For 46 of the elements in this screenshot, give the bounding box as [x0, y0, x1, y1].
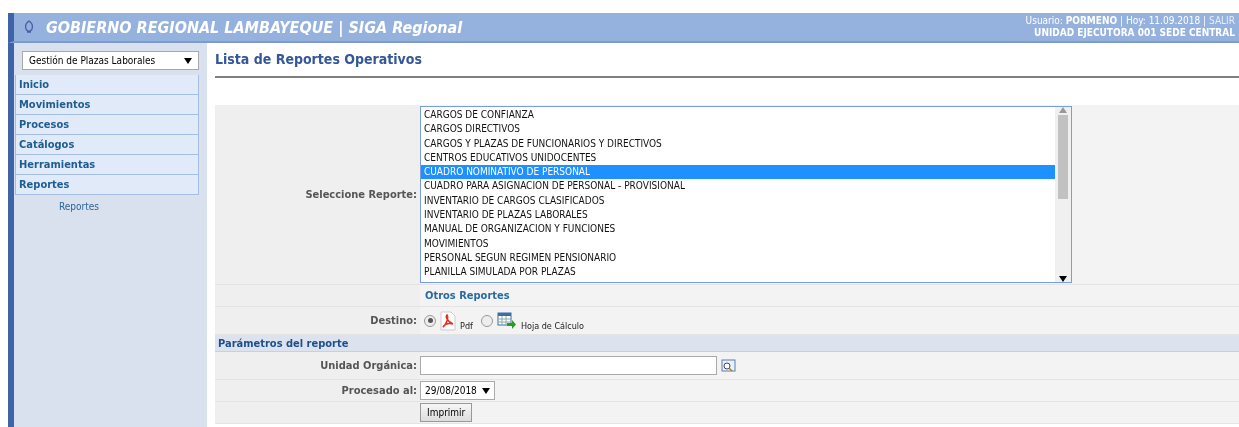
spreadsheet-icon — [496, 311, 517, 330]
caret-icon — [1059, 107, 1067, 113]
field-label: Unidad Orgánica: — [215, 352, 420, 380]
option-label: Hoja de Cálculo — [520, 321, 585, 333]
menu-item[interactable]: Movimientos — [15, 95, 199, 115]
emblem-icon — [24, 20, 34, 34]
report-listbox[interactable] — [420, 106, 1072, 283]
menu-item[interactable]: Procesos — [15, 115, 199, 135]
unit-name: UNIDAD EJECUTORA 001 SEDE CENTRAL — [1034, 27, 1235, 39]
pdf-icon — [440, 310, 456, 331]
caret-icon — [1059, 276, 1067, 282]
report-option[interactable]: CARGOS Y PLAZAS DE FUNCIONARIOS Y DIRECTIVOS — [421, 136, 1055, 151]
module-select[interactable]: Gestión de Plazas Laborales — [22, 51, 199, 70]
field-label: Destino: — [215, 307, 420, 335]
menu-item[interactable]: Herramientas — [15, 155, 199, 175]
menu-item[interactable]: Reportes — [15, 175, 199, 195]
report-option[interactable]: INVENTARIO DE CARGOS CLASIFICADOS — [421, 193, 1055, 209]
user-info: Usuario: PORMENO | Hoy: 11.09.2018 | — [1025, 15, 1207, 27]
other-reports-link[interactable]: Otros Reportes — [420, 289, 510, 302]
report-option[interactable]: INVENTARIO DE PLAZAS LABORALES — [421, 208, 1055, 223]
submenu-item[interactable]: Reportes — [15, 195, 207, 212]
report-option[interactable]: CUADRO PARA ASIGNACION DE PERSONAL - PROVISIONAL — [421, 179, 1055, 194]
report-option[interactable]: CARGOS DE CONFIANZA — [421, 108, 1055, 123]
caret-icon — [184, 57, 192, 64]
app-title: GOBIERNO REGIONAL LAMBAYEQUE | SIGA Regional — [46, 17, 463, 37]
report-option[interactable]: CARGOS DIRECTIVOS — [421, 122, 1055, 137]
report-option[interactable]: MOVIMIENTOS — [421, 236, 1055, 251]
field-label: Procesado al: — [215, 380, 420, 402]
page-title: Lista de Reportes Operativos — [215, 43, 1239, 78]
report-option[interactable]: CENTROS EDUCATIVOS UNIDOCENTES — [421, 150, 1055, 166]
field-label: Seleccione Reporte: — [215, 105, 420, 285]
menu-item[interactable]: Inicio — [15, 75, 199, 95]
report-option[interactable]: PLANILLA SIMULADA POR PLAZAS — [421, 265, 1055, 280]
radio-button[interactable] — [424, 314, 436, 327]
unit-input[interactable] — [420, 356, 717, 375]
date-select[interactable]: 29/08/2018 — [420, 381, 495, 400]
scrollbar[interactable] — [1055, 107, 1071, 282]
report-option[interactable]: MANUAL DE ORGANIZACION Y FUNCIONES — [421, 222, 1055, 237]
search-icon[interactable] — [721, 359, 736, 372]
radio-button[interactable] — [480, 314, 493, 327]
caret-icon — [481, 387, 490, 394]
option-label: Pdf — [460, 321, 473, 333]
report-option[interactable]: PERSONAL SEGUN REGIMEN PENSIONARIO — [421, 250, 1055, 266]
menu-item[interactable]: Catálogos — [15, 135, 199, 155]
print-button[interactable]: Imprimir — [420, 403, 473, 422]
section-header: Parámetros del reporte — [215, 335, 1239, 352]
